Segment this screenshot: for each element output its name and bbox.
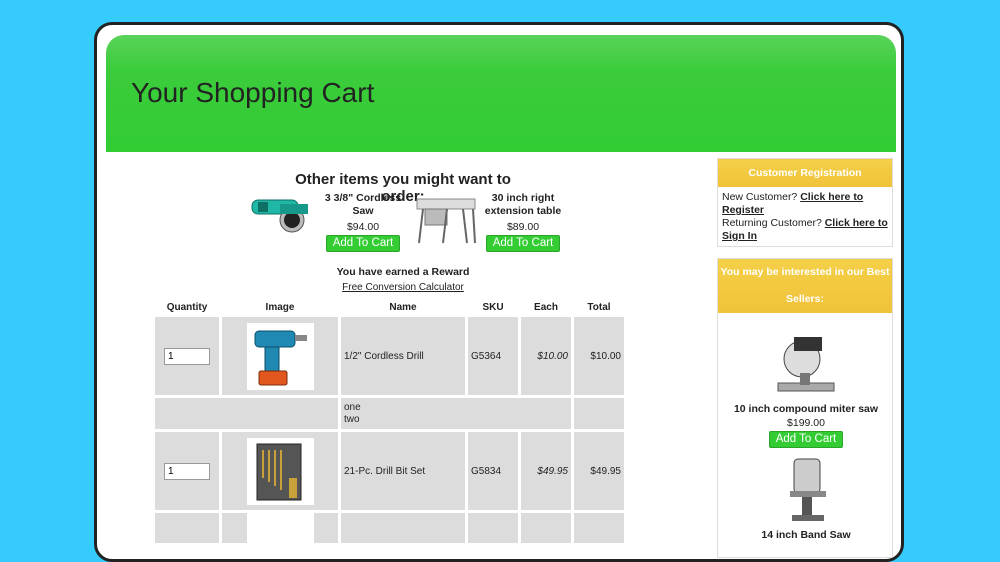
name-cell <box>341 513 465 543</box>
registration-body: New Customer? Click here to Register Ret… <box>718 187 892 247</box>
best-seller-price: $199.00 <box>787 417 825 429</box>
quantity-input[interactable] <box>164 347 210 365</box>
table-row <box>155 513 624 543</box>
cordless-drill-icon[interactable] <box>246 322 314 390</box>
suggestion-item: 30 inch right extension table $89.00 Add… <box>481 192 565 252</box>
total-price-cell <box>574 513 624 543</box>
new-customer-label: New Customer? <box>722 191 798 203</box>
best-sellers-title: You may be interested in our Best Seller… <box>718 259 892 313</box>
name-cell: 1/2" Cordless Drill <box>341 317 465 395</box>
suggestion-item: 3 3/8" Cordless Saw $94.00 Add To Cart <box>321 192 405 252</box>
empty-cell <box>155 398 338 429</box>
quantity-input[interactable] <box>164 462 210 480</box>
band-saw-icon[interactable] <box>784 457 832 525</box>
column-header-image: Image <box>265 301 295 313</box>
add-to-cart-button[interactable]: Add To Cart <box>768 431 844 448</box>
suggestion-name: 30 inch right extension table <box>484 192 562 217</box>
best-seller-item: 10 inch compound miter saw $199.00 Add T… <box>718 403 894 448</box>
miter-saw-icon[interactable] <box>770 329 842 397</box>
customer-registration-box: Customer Registration New Customer? Clic… <box>717 158 893 247</box>
empty-cell <box>574 398 624 429</box>
reward-message: You have earned a Reward <box>336 266 470 278</box>
page-frame: Your Shopping Cart Other items you might… <box>94 22 904 562</box>
free-conversion-calculator-link[interactable]: Free Conversion Calculator <box>297 282 509 293</box>
suggestion-price: $89.00 <box>506 221 540 233</box>
table-row: 1/2" Cordless Drill G5364 $10.00 $10.00 <box>155 317 624 395</box>
total-price-cell: $10.00 <box>574 317 624 395</box>
returning-customer-label: Returning Customer? <box>722 217 822 229</box>
customer-registration-title: Customer Registration <box>718 159 892 187</box>
sku-cell <box>468 513 518 543</box>
column-header-quantity: Quantity <box>166 301 208 313</box>
best-seller-name: 14 inch Band Saw <box>761 529 851 541</box>
option-text: two <box>344 413 360 425</box>
column-header-each: Each <box>534 301 558 313</box>
total-price-cell: $49.95 <box>574 432 624 510</box>
table-row: one two <box>155 398 624 429</box>
option-text: one <box>344 401 361 413</box>
best-seller-name: 10 inch compound miter saw <box>733 403 879 415</box>
quantity-cell <box>155 317 219 395</box>
main-content: Other items you might want to order: 3 3… <box>97 25 717 545</box>
suggestion-price: $94.00 <box>346 221 380 233</box>
image-cell <box>222 513 338 543</box>
suggestion-name: 3 3/8" Cordless Saw <box>324 192 402 217</box>
column-header-name: Name <box>389 301 417 313</box>
image-cell <box>222 317 338 395</box>
drill-bit-set-icon[interactable] <box>246 437 314 505</box>
quantity-cell <box>155 432 219 510</box>
options-cell: one two <box>341 398 571 429</box>
name-cell: 21-Pc. Drill Bit Set <box>341 432 465 510</box>
product-image-icon[interactable] <box>246 513 314 543</box>
best-seller-item: 14 inch Band Saw <box>718 529 894 541</box>
quantity-cell <box>155 513 219 543</box>
best-sellers-title-line: Sellers: <box>786 293 824 305</box>
each-price-cell <box>521 513 571 543</box>
each-price-cell: $10.00 <box>521 317 571 395</box>
best-sellers-box: You may be interested in our Best Seller… <box>717 258 893 558</box>
cart-header-row: Quantity Image Name SKU Each Total <box>155 300 624 314</box>
each-price-cell: $49.95 <box>521 432 571 510</box>
column-header-sku: SKU <box>482 301 504 313</box>
cart-table: Quantity Image Name SKU Each Total 1 1/2… <box>152 297 627 546</box>
sku-cell: G5364 <box>468 317 518 395</box>
sku-cell: G5834 <box>468 432 518 510</box>
column-header-total: Total <box>587 301 611 313</box>
image-cell <box>222 432 338 510</box>
table-row: 21-Pc. Drill Bit Set G5834 $49.95 $49.95 <box>155 432 624 510</box>
table-saw-icon[interactable] <box>413 191 479 246</box>
add-to-cart-button[interactable]: Add To Cart <box>325 235 401 252</box>
cordless-saw-icon[interactable] <box>250 188 320 238</box>
add-to-cart-button[interactable]: Add To Cart <box>485 235 561 252</box>
best-sellers-title-line: You may be interested in our Best <box>720 266 890 278</box>
